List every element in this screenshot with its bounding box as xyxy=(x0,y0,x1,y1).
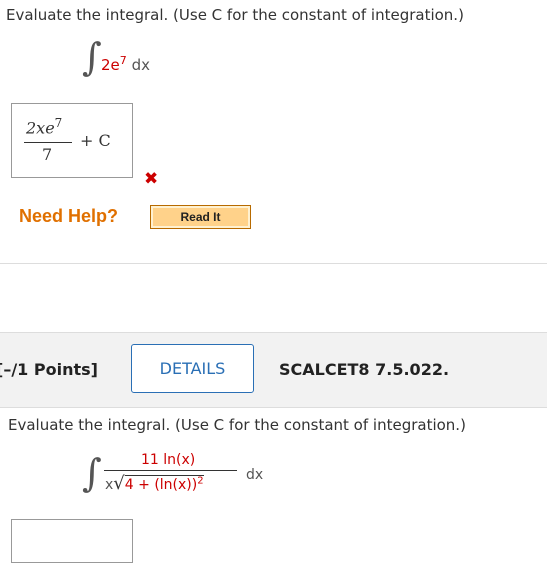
differential-2: dx xyxy=(246,467,264,483)
answer-numerator: 2xe7 xyxy=(26,116,62,137)
read-it-button[interactable]: Read It xyxy=(150,205,251,229)
integrand-fraction-bar xyxy=(104,470,237,471)
question-code: SCALCET8 7.5.022. xyxy=(279,360,450,379)
differential-1: dx xyxy=(131,56,150,74)
radicand: 4 + (ln(x))2 xyxy=(124,475,204,493)
radicand-text: 4 + (ln(x)) xyxy=(124,477,198,493)
answer-numerator-base: 2xe xyxy=(26,118,55,138)
integrand-denominator: x√4 + (ln(x))2 xyxy=(105,473,204,494)
answer-denominator: 7 xyxy=(42,145,53,164)
section-divider xyxy=(0,263,547,264)
answer-field-1[interactable]: 2xe7 7 + C xyxy=(11,103,133,178)
question-prompt-2: Evaluate the integral. (Use C for the co… xyxy=(8,416,466,434)
answer-numerator-exp: 7 xyxy=(54,116,63,130)
radical-sign-icon: √ xyxy=(113,473,125,494)
integrand-exponent: 7 xyxy=(119,54,127,67)
integral-sign-2: ∫ xyxy=(82,451,102,495)
fraction-bar xyxy=(24,142,72,143)
integral-sign-1: ∫ xyxy=(82,35,102,79)
question-prompt-1: Evaluate the integral. (Use C for the co… xyxy=(6,6,464,24)
points-label: [–/1 Points] xyxy=(0,360,98,379)
answer-field-2[interactable] xyxy=(11,519,133,563)
integrand-base: 2e xyxy=(101,56,120,74)
integrand-numerator: 11 ln(x) xyxy=(141,452,196,468)
incorrect-mark-icon: ✖ xyxy=(144,169,159,189)
details-button[interactable]: DETAILS xyxy=(131,344,254,393)
radicand-exponent: 2 xyxy=(197,475,204,487)
answer-plus-c: + C xyxy=(80,131,111,150)
integrand-1: 2e7 dx xyxy=(101,54,150,74)
need-help-label: Need Help? xyxy=(19,206,119,226)
